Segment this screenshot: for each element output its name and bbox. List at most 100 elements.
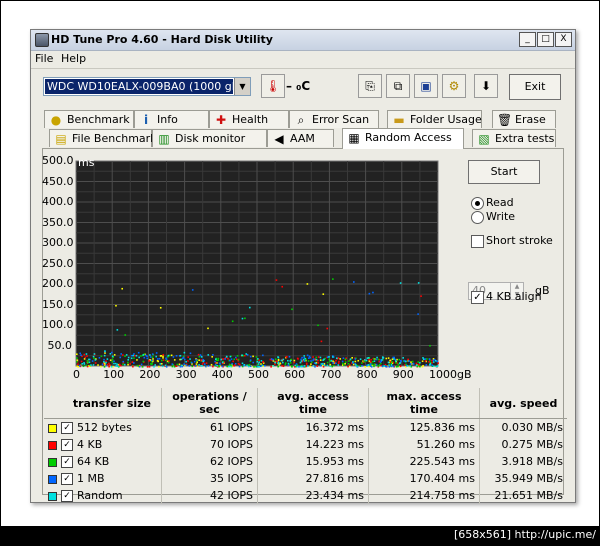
read-radio[interactable] [471,197,484,210]
y-tick-label: 100.0 [42,318,74,331]
tab-benchmark[interactable]: ● Benchmark [44,110,134,128]
trash-icon: 🗑 [497,113,513,127]
minimize-button[interactable]: _ [519,32,536,47]
tab-folder-usage[interactable]: ▬ Folder Usage [387,110,482,128]
tab-info[interactable]: i Info [134,110,209,128]
x-tick-label: 1000gB [429,368,472,381]
y-tick-label: 300.0 [42,236,74,249]
tab-error-scan[interactable]: ⌕ Error Scan [289,110,379,128]
short-stroke-checkbox[interactable] [471,235,484,248]
table-row: ✓ 64 KB 62 IOPS 15.953 ms 225.543 ms 3.918 MB… [44,453,567,470]
series-color-swatch [48,423,57,433]
avg-access-cell: 23.434 ms [257,487,369,504]
series-checkbox[interactable]: ✓ [61,439,73,451]
write-radio[interactable] [471,211,484,224]
avg-access-cell: 15.953 ms [257,453,369,470]
tab-random-access[interactable]: ▦ Random Access [342,128,464,149]
series-label: 4 KB [77,438,103,451]
tab-disk-monitor[interactable]: ▥ Disk monitor [152,129,267,147]
row-size-cell: ✓ 512 bytes [44,418,162,436]
y-axis-unit: ms [78,156,95,169]
tab-health[interactable]: ✚ Health [209,110,289,128]
thermometer-icon[interactable]: 🌡 [261,74,285,98]
drive-select[interactable]: WDC WD10EALX-009BA0 (1000 gB) ▼ [43,77,251,96]
y-tick-label: 400.0 [42,195,74,208]
app-window: HD Tune Pro 4.60 - Hard Disk Utility _ □… [30,29,576,504]
start-button[interactable]: Start [468,160,540,184]
menu-bar: File Help [31,51,575,67]
col-transfer-size: transfer size [44,388,162,419]
avg-access-cell: 14.223 ms [257,436,369,453]
col-avg-speed: avg. speed [479,388,567,419]
series-label: Random [77,489,123,502]
col-avg-access: avg. access time [257,388,369,419]
series-color-swatch [48,457,57,467]
x-tick-label: 300 [175,368,197,381]
toolbar: WDC WD10EALX-009BA0 (1000 gB) ▼ 🌡 – ₀C ⎘… [31,68,575,103]
max-access-cell: 225.543 ms [368,453,480,470]
series-label: 64 KB [77,455,110,468]
health-icon: ✚ [215,113,227,127]
max-access-cell: 170.404 ms [368,470,480,487]
avg-access-cell: 16.372 ms [257,418,369,436]
x-tick-label: 400 [211,368,233,381]
close-button[interactable]: X [555,32,572,47]
avg-speed-cell: 3.918 MB/s [501,455,563,468]
table-row: ✓ 512 bytes 61 IOPS 16.372 ms 125.836 ms 0.03… [44,418,567,436]
avg-speed-cell: 21.651 MB/s [494,489,563,502]
x-tick-label: 0 [73,368,80,381]
row-size-cell: ✓ Random [44,487,162,504]
max-access-cell: 125.836 ms [368,418,480,436]
window-title: HD Tune Pro 4.60 - Hard Disk Utility [51,33,273,46]
series-checkbox[interactable]: ✓ [61,456,73,468]
file-bulb-icon: ▤ [55,132,67,146]
x-tick-label: 100 [103,368,125,381]
align-checkbox[interactable]: ✓ [471,291,484,304]
screenshot-frame: HD Tune Pro 4.60 - Hard Disk Utility _ □… [1,1,599,526]
series-color-swatch [48,440,57,450]
copy-image-icon[interactable]: ⧉ [386,74,410,98]
extra-tests-icon: ▧ [478,132,490,146]
ops-cell: 42 IOPS [161,487,258,504]
ops-cell: 70 IOPS [161,436,258,453]
save-icon[interactable]: ▣ [414,74,438,98]
x-tick-label: 200 [139,368,161,381]
maximize-button[interactable]: □ [537,32,554,47]
magnifier-icon: ⌕ [297,113,305,127]
max-access-cell: 214.758 ms [368,487,480,504]
y-tick-label: 450.0 [42,174,74,188]
read-label: Read [486,196,514,209]
results-table: transfer size operations / sec avg. acce… [44,388,567,504]
tab-erase[interactable]: 🗑 Erase [492,110,556,128]
ops-cell: 35 IOPS [161,470,258,487]
series-checkbox[interactable]: ✓ [61,490,73,502]
max-access-cell: 51.260 ms [368,436,480,453]
avg-access-cell: 27.816 ms [257,470,369,487]
menu-help[interactable]: Help [61,52,86,65]
row-size-cell: ✓ 64 KB [44,453,162,470]
ops-cell: 61 IOPS [161,418,258,436]
tab-file-benchmark[interactable]: ▤ File Benchmark [49,129,157,147]
ops-cell: 62 IOPS [161,453,258,470]
exit-button[interactable]: Exit [509,74,561,100]
table-row: ✓ Random 42 IOPS 23.434 ms 214.758 ms 21.651 … [44,487,567,504]
row-size-cell: ✓ 1 MB [44,470,162,487]
table-row: ✓ 1 MB 35 IOPS 27.816 ms 170.404 ms 35.949 MB… [44,470,567,487]
y-tick-label: 50.0 [47,338,73,352]
download-icon[interactable]: ⬇ [474,74,498,98]
x-tick-label: 800 [356,368,378,381]
tab-aam[interactable]: ◀ AAM [267,129,334,147]
options-icon[interactable]: ⚙ [442,74,466,98]
series-checkbox[interactable]: ✓ [61,473,73,485]
chevron-down-icon[interactable]: ▼ [234,78,250,95]
y-tick-label: 250.0 [42,256,74,270]
y-tick-label: 150.0 [42,297,74,311]
tab-extra-tests[interactable]: ▧ Extra tests [472,129,556,147]
series-checkbox[interactable]: ✓ [61,422,73,434]
copy-text-icon[interactable]: ⎘ [358,74,382,98]
y-tick-label: 500.0 [42,154,74,167]
bulb-icon: ● [50,113,62,127]
x-tick-label: 900 [392,368,414,381]
menu-file[interactable]: File [35,52,53,65]
x-tick-label: 700 [320,368,342,381]
